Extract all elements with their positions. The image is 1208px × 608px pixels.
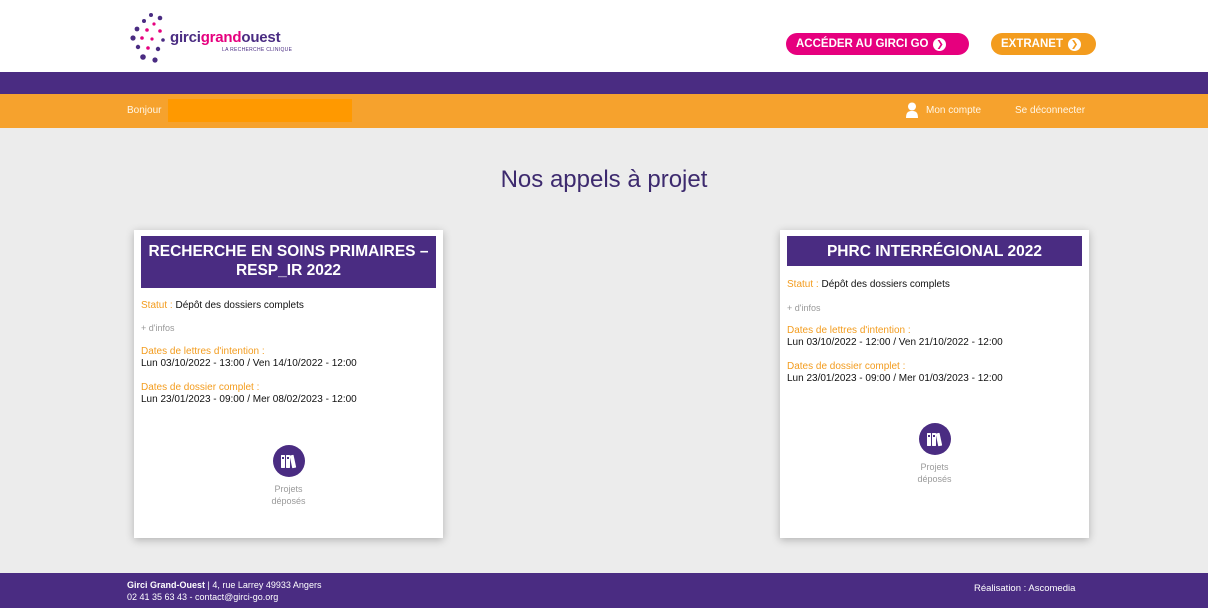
status-label: Statut :	[141, 300, 173, 311]
extranet-button[interactable]: EXTRANET ❯	[991, 33, 1096, 55]
site-footer: Girci Grand-Ouest | 4, rue Larrey 49933 …	[0, 573, 1208, 608]
logo-part-ouest: ouest	[241, 29, 281, 46]
redacted-username	[168, 99, 352, 122]
intent-dates-value: Lun 03/10/2022 - 12:00 / Ven 21/10/2022 …	[787, 337, 1003, 348]
status-label: Statut :	[787, 279, 819, 290]
nav-bar	[0, 72, 1208, 94]
footer-phone-email[interactable]: 02 41 35 63 43 - contact@girci-go.org	[127, 591, 321, 603]
complete-dates-label: Dates de dossier complet :	[141, 382, 260, 393]
more-info-link[interactable]: + d'infos	[141, 323, 175, 333]
call-card: RECHERCHE EN SOINS PRIMAIRES – RESP_IR 2…	[134, 230, 443, 538]
submitted-projects-label: Projets déposés	[917, 462, 952, 484]
my-account-link[interactable]: Mon compte	[906, 100, 981, 120]
girci-logo[interactable]: gircigrandouest LA RECHERCHE CLINIQUE	[130, 12, 293, 66]
call-title[interactable]: RECHERCHE EN SOINS PRIMAIRES – RESP_IR 2…	[141, 236, 436, 288]
footer-org: Girci Grand-Ouest	[127, 580, 206, 590]
call-title[interactable]: PHRC INTERRÉGIONAL 2022	[787, 236, 1082, 266]
complete-dates-value: Lun 23/01/2023 - 09:00 / Mer 08/02/2023 …	[141, 394, 357, 405]
extranet-label: EXTRANET	[1001, 38, 1063, 50]
logo-subtitle: LA RECHERCHE CLINIQUE	[222, 47, 293, 53]
logo-dots-icon	[130, 13, 165, 63]
footer-credit[interactable]: Réalisation : Ascomedia	[974, 583, 1075, 594]
intent-dates-label: Dates de lettres d'intention :	[141, 346, 265, 357]
binders-icon	[918, 423, 951, 455]
submitted-projects-link[interactable]: Projets déposés	[780, 423, 1089, 485]
girci-go-label: ACCÉDER AU GIRCI GO	[796, 38, 929, 50]
complete-dates-label: Dates de dossier complet :	[787, 361, 906, 372]
chevron-right-icon: ❯	[1067, 37, 1081, 51]
user-icon	[906, 102, 918, 118]
page-title: Nos appels à projet	[500, 166, 708, 193]
status-value: Dépôt des dossiers complets	[821, 279, 950, 290]
girci-go-button[interactable]: ACCÉDER AU GIRCI GO ❯	[786, 33, 969, 55]
logo-part-girci: girci	[170, 29, 201, 46]
intent-dates-value: Lun 03/10/2022 - 13:00 / Ven 14/10/2022 …	[141, 358, 357, 369]
submitted-projects-label: Projets déposés	[271, 484, 306, 506]
greeting-text: Bonjour	[127, 105, 162, 116]
my-account-label: Mon compte	[926, 104, 982, 116]
status-row: Statut : Dépôt des dossiers complets	[787, 279, 950, 290]
footer-address: | 4, rue Larrey 49933 Angers	[205, 580, 322, 590]
binders-icon	[272, 445, 305, 477]
footer-contact: Girci Grand-Ouest | 4, rue Larrey 49933 …	[127, 579, 321, 603]
logout-link[interactable]: Se déconnecter	[1015, 105, 1085, 116]
intent-dates-label: Dates de lettres d'intention :	[787, 325, 911, 336]
complete-dates-value: Lun 23/01/2023 - 09:00 / Mer 01/03/2023 …	[787, 373, 1003, 384]
submitted-projects-link[interactable]: Projets déposés	[134, 445, 443, 507]
status-row: Statut : Dépôt des dossiers complets	[141, 300, 304, 311]
logo-part-grand: grand	[200, 29, 242, 46]
site-header: gircigrandouest LA RECHERCHE CLINIQUE AC…	[0, 0, 1208, 72]
footer-address-line: Girci Grand-Ouest | 4, rue Larrey 49933 …	[127, 579, 321, 591]
chevron-right-icon: ❯	[933, 37, 947, 51]
more-info-link[interactable]: + d'infos	[787, 303, 821, 313]
status-value: Dépôt des dossiers complets	[175, 300, 304, 311]
user-bar: Bonjour Mon compte Se déconnecter	[0, 94, 1208, 128]
call-card: PHRC INTERRÉGIONAL 2022 Statut : Dépôt d…	[780, 230, 1089, 538]
logo-wordmark: gircigrandouest	[170, 29, 281, 46]
